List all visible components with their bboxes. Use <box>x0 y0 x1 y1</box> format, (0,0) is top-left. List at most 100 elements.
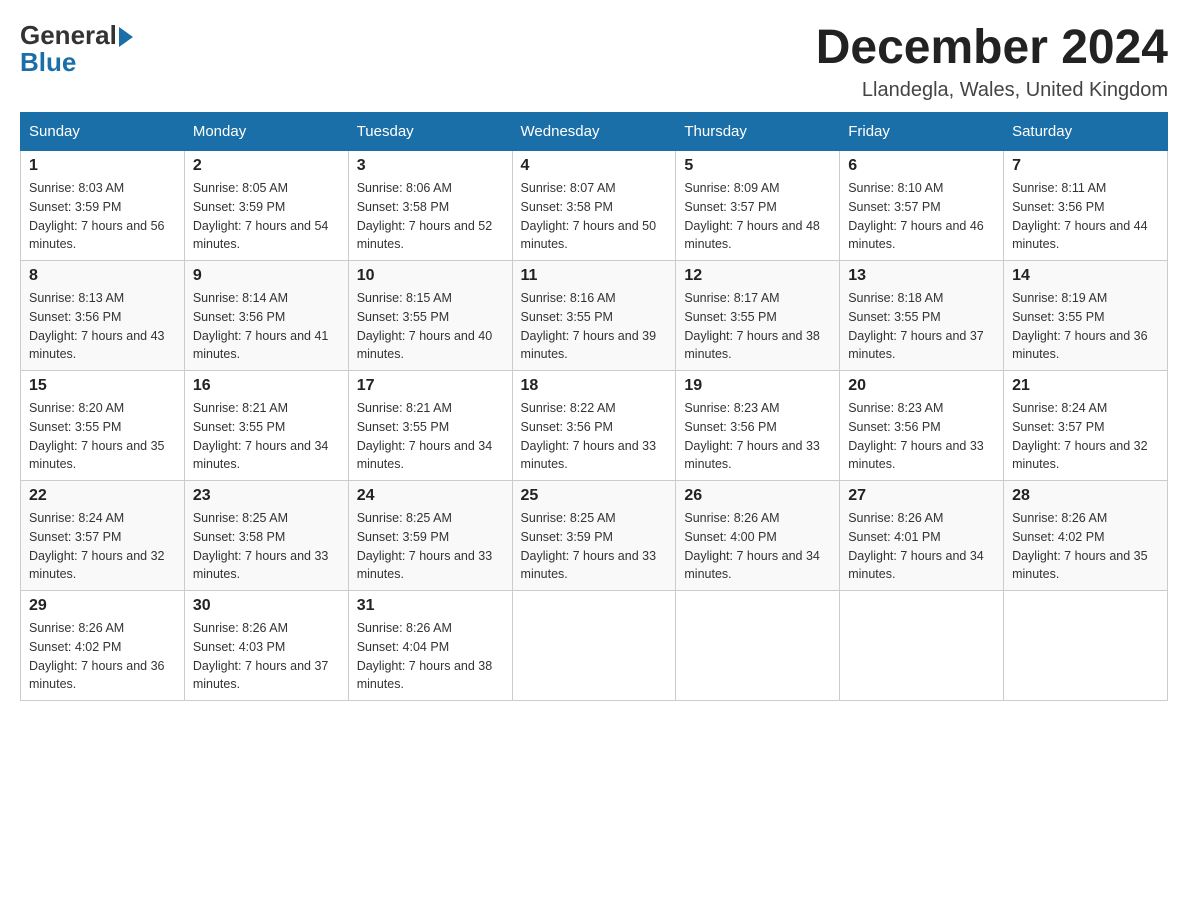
calendar-cell: 7 Sunrise: 8:11 AM Sunset: 3:56 PM Dayli… <box>1004 151 1168 261</box>
week-row-2: 8 Sunrise: 8:13 AM Sunset: 3:56 PM Dayli… <box>21 261 1168 371</box>
day-info: Sunrise: 8:22 AM Sunset: 3:56 PM Dayligh… <box>521 399 668 474</box>
calendar-header-tuesday: Tuesday <box>348 113 512 151</box>
calendar-cell: 18 Sunrise: 8:22 AM Sunset: 3:56 PM Dayl… <box>512 371 676 481</box>
calendar-cell: 28 Sunrise: 8:26 AM Sunset: 4:02 PM Dayl… <box>1004 481 1168 591</box>
day-number: 26 <box>684 487 831 505</box>
calendar-cell: 30 Sunrise: 8:26 AM Sunset: 4:03 PM Dayl… <box>184 591 348 701</box>
day-info: Sunrise: 8:26 AM Sunset: 4:01 PM Dayligh… <box>848 509 995 584</box>
day-number: 13 <box>848 267 995 285</box>
day-number: 14 <box>1012 267 1159 285</box>
title-section: December 2024 Llandegla, Wales, United K… <box>816 20 1168 102</box>
day-info: Sunrise: 8:03 AM Sunset: 3:59 PM Dayligh… <box>29 179 176 254</box>
calendar-cell: 8 Sunrise: 8:13 AM Sunset: 3:56 PM Dayli… <box>21 261 185 371</box>
calendar-header-thursday: Thursday <box>676 113 840 151</box>
day-info: Sunrise: 8:16 AM Sunset: 3:55 PM Dayligh… <box>521 289 668 364</box>
calendar-cell: 19 Sunrise: 8:23 AM Sunset: 3:56 PM Dayl… <box>676 371 840 481</box>
calendar-cell: 17 Sunrise: 8:21 AM Sunset: 3:55 PM Dayl… <box>348 371 512 481</box>
calendar-cell: 26 Sunrise: 8:26 AM Sunset: 4:00 PM Dayl… <box>676 481 840 591</box>
day-info: Sunrise: 8:07 AM Sunset: 3:58 PM Dayligh… <box>521 179 668 254</box>
day-number: 8 <box>29 267 176 285</box>
day-number: 29 <box>29 597 176 615</box>
day-number: 19 <box>684 377 831 395</box>
day-number: 5 <box>684 157 831 175</box>
calendar-cell: 25 Sunrise: 8:25 AM Sunset: 3:59 PM Dayl… <box>512 481 676 591</box>
calendar-cell: 22 Sunrise: 8:24 AM Sunset: 3:57 PM Dayl… <box>21 481 185 591</box>
calendar-header-monday: Monday <box>184 113 348 151</box>
day-info: Sunrise: 8:23 AM Sunset: 3:56 PM Dayligh… <box>848 399 995 474</box>
calendar-cell: 5 Sunrise: 8:09 AM Sunset: 3:57 PM Dayli… <box>676 151 840 261</box>
week-row-4: 22 Sunrise: 8:24 AM Sunset: 3:57 PM Dayl… <box>21 481 1168 591</box>
day-number: 20 <box>848 377 995 395</box>
day-number: 16 <box>193 377 340 395</box>
day-info: Sunrise: 8:25 AM Sunset: 3:59 PM Dayligh… <box>357 509 504 584</box>
calendar-header-row: SundayMondayTuesdayWednesdayThursdayFrid… <box>21 113 1168 151</box>
calendar-cell: 3 Sunrise: 8:06 AM Sunset: 3:58 PM Dayli… <box>348 151 512 261</box>
day-info: Sunrise: 8:14 AM Sunset: 3:56 PM Dayligh… <box>193 289 340 364</box>
calendar-header-sunday: Sunday <box>21 113 185 151</box>
day-number: 9 <box>193 267 340 285</box>
day-info: Sunrise: 8:24 AM Sunset: 3:57 PM Dayligh… <box>1012 399 1159 474</box>
calendar-table: SundayMondayTuesdayWednesdayThursdayFrid… <box>20 112 1168 701</box>
day-number: 25 <box>521 487 668 505</box>
logo: General Blue <box>20 20 133 78</box>
day-number: 18 <box>521 377 668 395</box>
calendar-cell: 11 Sunrise: 8:16 AM Sunset: 3:55 PM Dayl… <box>512 261 676 371</box>
day-info: Sunrise: 8:26 AM Sunset: 4:03 PM Dayligh… <box>193 619 340 694</box>
day-info: Sunrise: 8:26 AM Sunset: 4:02 PM Dayligh… <box>1012 509 1159 584</box>
day-info: Sunrise: 8:21 AM Sunset: 3:55 PM Dayligh… <box>193 399 340 474</box>
calendar-cell: 13 Sunrise: 8:18 AM Sunset: 3:55 PM Dayl… <box>840 261 1004 371</box>
day-info: Sunrise: 8:10 AM Sunset: 3:57 PM Dayligh… <box>848 179 995 254</box>
logo-blue-text: Blue <box>20 47 76 78</box>
day-number: 22 <box>29 487 176 505</box>
page-header: General Blue December 2024 Llandegla, Wa… <box>20 20 1168 102</box>
calendar-cell <box>840 591 1004 701</box>
day-info: Sunrise: 8:18 AM Sunset: 3:55 PM Dayligh… <box>848 289 995 364</box>
day-info: Sunrise: 8:05 AM Sunset: 3:59 PM Dayligh… <box>193 179 340 254</box>
week-row-1: 1 Sunrise: 8:03 AM Sunset: 3:59 PM Dayli… <box>21 151 1168 261</box>
day-number: 6 <box>848 157 995 175</box>
calendar-cell: 29 Sunrise: 8:26 AM Sunset: 4:02 PM Dayl… <box>21 591 185 701</box>
logo-arrow-icon <box>119 27 133 47</box>
day-info: Sunrise: 8:26 AM Sunset: 4:02 PM Dayligh… <box>29 619 176 694</box>
month-title: December 2024 <box>816 20 1168 75</box>
day-info: Sunrise: 8:11 AM Sunset: 3:56 PM Dayligh… <box>1012 179 1159 254</box>
day-info: Sunrise: 8:26 AM Sunset: 4:04 PM Dayligh… <box>357 619 504 694</box>
day-info: Sunrise: 8:15 AM Sunset: 3:55 PM Dayligh… <box>357 289 504 364</box>
calendar-cell: 27 Sunrise: 8:26 AM Sunset: 4:01 PM Dayl… <box>840 481 1004 591</box>
day-number: 2 <box>193 157 340 175</box>
day-number: 12 <box>684 267 831 285</box>
calendar-cell: 23 Sunrise: 8:25 AM Sunset: 3:58 PM Dayl… <box>184 481 348 591</box>
day-info: Sunrise: 8:06 AM Sunset: 3:58 PM Dayligh… <box>357 179 504 254</box>
day-number: 30 <box>193 597 340 615</box>
day-number: 28 <box>1012 487 1159 505</box>
calendar-header-saturday: Saturday <box>1004 113 1168 151</box>
day-number: 27 <box>848 487 995 505</box>
day-info: Sunrise: 8:25 AM Sunset: 3:58 PM Dayligh… <box>193 509 340 584</box>
day-number: 3 <box>357 157 504 175</box>
day-info: Sunrise: 8:17 AM Sunset: 3:55 PM Dayligh… <box>684 289 831 364</box>
calendar-cell: 9 Sunrise: 8:14 AM Sunset: 3:56 PM Dayli… <box>184 261 348 371</box>
calendar-header-friday: Friday <box>840 113 1004 151</box>
day-number: 17 <box>357 377 504 395</box>
calendar-cell: 21 Sunrise: 8:24 AM Sunset: 3:57 PM Dayl… <box>1004 371 1168 481</box>
day-info: Sunrise: 8:23 AM Sunset: 3:56 PM Dayligh… <box>684 399 831 474</box>
calendar-cell: 24 Sunrise: 8:25 AM Sunset: 3:59 PM Dayl… <box>348 481 512 591</box>
calendar-cell: 15 Sunrise: 8:20 AM Sunset: 3:55 PM Dayl… <box>21 371 185 481</box>
day-info: Sunrise: 8:26 AM Sunset: 4:00 PM Dayligh… <box>684 509 831 584</box>
day-number: 24 <box>357 487 504 505</box>
calendar-cell: 4 Sunrise: 8:07 AM Sunset: 3:58 PM Dayli… <box>512 151 676 261</box>
day-info: Sunrise: 8:20 AM Sunset: 3:55 PM Dayligh… <box>29 399 176 474</box>
day-info: Sunrise: 8:21 AM Sunset: 3:55 PM Dayligh… <box>357 399 504 474</box>
calendar-cell: 14 Sunrise: 8:19 AM Sunset: 3:55 PM Dayl… <box>1004 261 1168 371</box>
calendar-cell <box>676 591 840 701</box>
location: Llandegla, Wales, United Kingdom <box>816 79 1168 102</box>
day-info: Sunrise: 8:13 AM Sunset: 3:56 PM Dayligh… <box>29 289 176 364</box>
calendar-cell: 6 Sunrise: 8:10 AM Sunset: 3:57 PM Dayli… <box>840 151 1004 261</box>
week-row-5: 29 Sunrise: 8:26 AM Sunset: 4:02 PM Dayl… <box>21 591 1168 701</box>
day-info: Sunrise: 8:09 AM Sunset: 3:57 PM Dayligh… <box>684 179 831 254</box>
calendar-cell <box>512 591 676 701</box>
calendar-cell: 2 Sunrise: 8:05 AM Sunset: 3:59 PM Dayli… <box>184 151 348 261</box>
day-number: 21 <box>1012 377 1159 395</box>
day-info: Sunrise: 8:25 AM Sunset: 3:59 PM Dayligh… <box>521 509 668 584</box>
day-number: 7 <box>1012 157 1159 175</box>
